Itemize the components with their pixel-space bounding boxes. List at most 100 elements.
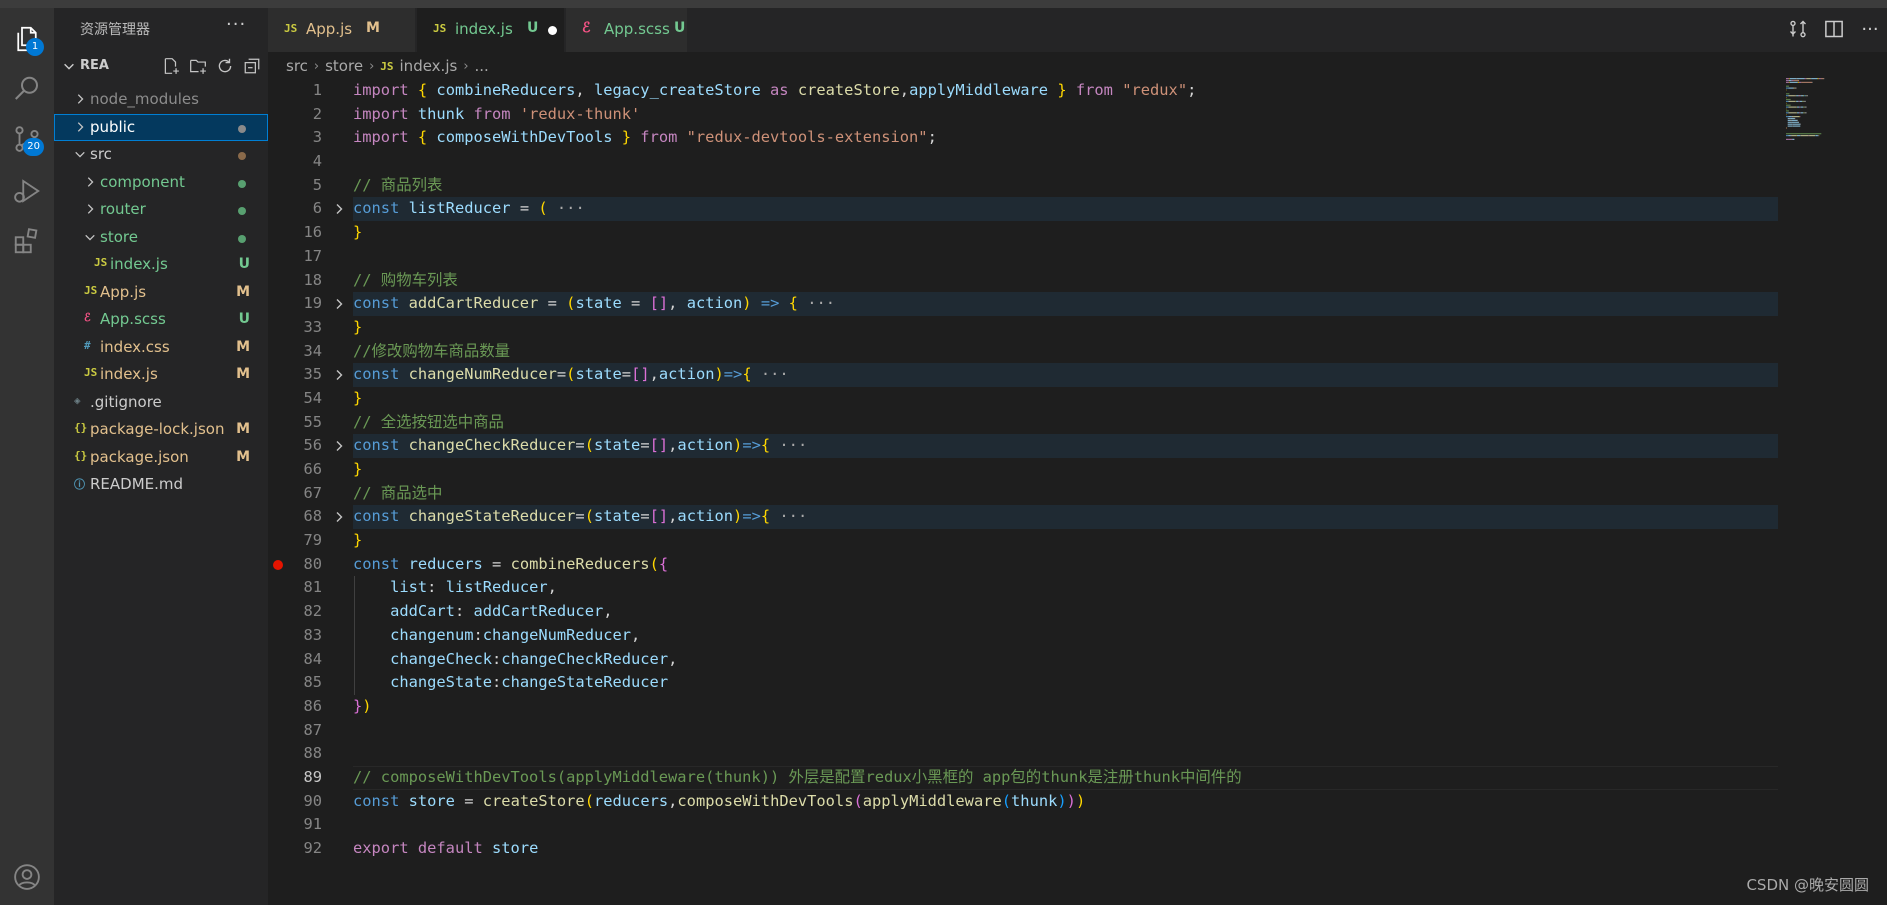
code-line[interactable]: 89 // composeWithDevTools(applyMiddleware… [268,765,1778,790]
breadcrumb: src › store › JS index.js › ... [286,55,489,77]
code-token: ) [733,436,743,455]
fold-chevron-icon[interactable] [333,511,345,523]
more-actions-icon[interactable]: ··· [226,14,246,35]
tree-item[interactable]: {} package-lock.json M [54,416,268,444]
minimap[interactable] [1786,78,1856,148]
tree-item[interactable]: JS index.js M [54,361,268,389]
code-token: = [640,507,650,526]
code-line[interactable]: 82 addCart: addCartReducer, [268,600,1778,624]
breadcrumb-store[interactable]: store [325,57,363,75]
code-line[interactable]: 1 import { combineReducers, legacy_create… [268,79,1778,103]
code-line[interactable]: 55 // 全选按钮选中商品 [268,411,1778,435]
code-line[interactable]: 79} [268,529,1778,553]
code-line[interactable]: 19 const addCartReducer = (state = [], ac… [268,292,1778,316]
code-line[interactable]: 2 import thunk from 'redux-thunk' [268,103,1778,127]
breadcrumb-src[interactable]: src [286,57,308,75]
js-file-icon: JS [380,59,394,73]
code-line[interactable]: 68 const changeStateReducer=(state=[],act… [268,505,1778,530]
tree-item-label: store [100,227,138,246]
code-line[interactable]: 35 const changeNumReducer=(state=[],actio… [268,363,1778,387]
code-line[interactable]: 84 changeCheck:changeCheckReducer, [268,647,1778,672]
code-line[interactable]: 54} [268,387,1778,411]
refresh-icon[interactable] [215,56,235,76]
code-token: : [492,649,502,668]
editor-tab[interactable]: ℰ App.scss U [566,8,688,52]
unsaved-dot-icon[interactable] [548,26,557,35]
fold-chevron-icon[interactable] [333,440,345,452]
tree-item[interactable]: {} package.json M [54,444,268,472]
tree-item[interactable]: ⓘ README.md [54,471,268,499]
code-line[interactable]: 80 const reducers = combineReducers({ [268,553,1778,577]
collapse-all-icon[interactable] [242,56,262,76]
fold-chevron-icon[interactable] [333,298,345,310]
code-line[interactable]: 56 const changeCheckReducer=(state=[],act… [268,434,1778,458]
code-line[interactable]: 16} [268,221,1778,245]
code-line[interactable]: 17 [268,245,1778,269]
code-line[interactable]: 4 [268,150,1778,174]
code-line[interactable]: 34 //修改购物车商品数量 [268,340,1778,364]
git-status-dot [238,207,246,215]
breadcrumb-symbol[interactable]: ... [475,57,489,75]
code-line[interactable]: 92 export default store [268,837,1778,861]
fold-chevron-icon[interactable] [333,369,345,381]
tree-item[interactable]: component [54,169,268,197]
explorer-sidebar: 资源管理器 ··· REA node_modules public src compo… [54,8,268,905]
workspace-root[interactable]: REA [54,53,268,81]
code-text: const reducers = combineReducers({ [353,553,668,577]
code-line[interactable]: 3 import { composeWithDevTools } from "re… [268,126,1778,150]
code-line[interactable]: 81 list: listReducer, [268,576,1778,601]
tree-item[interactable]: JS index.js U [54,251,268,279]
git-status-badge: U [238,256,250,272]
extensions-icon[interactable] [8,222,46,260]
fold-chevron-icon[interactable] [333,203,345,215]
editor-tab[interactable]: JS index.js U [417,8,565,52]
code-line[interactable]: 88 [268,742,1778,766]
code-line[interactable]: 5 // 商品列表 [268,174,1778,198]
editor-tab[interactable]: JS App.js M [268,8,416,52]
code-token: const [353,199,409,218]
new-file-icon[interactable] [161,56,181,76]
line-number: 86 [303,696,322,715]
run-debug-icon[interactable] [8,172,46,210]
tree-item-label: index.css [100,337,170,356]
code-line[interactable]: 6 const listReducer = ( ··· [268,197,1778,222]
explorer-icon[interactable]: 1 [8,20,46,58]
tree-item[interactable]: node_modules [54,86,268,114]
tab-label: App.js [306,20,353,38]
tree-item[interactable]: JS App.js M [54,279,268,307]
git-status-dot [238,179,246,188]
tree-item[interactable]: src [54,141,268,169]
breadcrumb-file[interactable]: index.js [400,57,458,75]
tree-item-label: router [100,200,146,218]
tree-item[interactable]: ◈ .gitignore [54,389,268,417]
tree-item[interactable]: public [54,113,268,141]
code-token: addCartReducer [408,294,539,313]
code-line[interactable]: 18 // 购物车列表 [268,269,1778,293]
split-editor-icon[interactable] [1823,18,1845,40]
search-icon[interactable] [8,70,46,108]
open-changes-icon[interactable] [1787,18,1809,40]
tree-item[interactable]: store [54,224,268,252]
code-line[interactable]: 67 // 商品选中 [268,482,1778,506]
code-token: [] [631,365,650,384]
code-line[interactable]: 83 changenum:changeNumReducer, [268,623,1778,648]
code-editor[interactable]: 1 import { combineReducers, legacy_create… [268,79,1778,861]
editor-more-icon[interactable]: ··· [1859,18,1881,40]
tree-item[interactable]: router [54,196,268,224]
tree-item[interactable]: ℰ App.scss U [54,306,268,334]
code-line[interactable]: 33} [268,316,1778,340]
code-token: , [603,602,613,621]
code-token: { [760,507,771,526]
code-line[interactable]: 87 [268,719,1778,743]
source-control-icon[interactable]: 20 [8,120,46,158]
code-token: "redux-devtools-extension" [686,128,928,147]
tree-item[interactable]: # index.css M [54,334,268,362]
code-line[interactable]: 85 changeState:changeStateReducer [268,671,1778,695]
code-line[interactable]: 66} [268,458,1778,482]
new-folder-icon[interactable] [188,56,208,76]
code-line[interactable]: 91 [268,813,1778,837]
account-icon[interactable] [8,858,46,896]
code-line[interactable]: 90 const store = createStore(reducers,com… [268,790,1778,814]
code-token: ) [1057,791,1067,810]
code-line[interactable]: 86}) [268,695,1778,719]
